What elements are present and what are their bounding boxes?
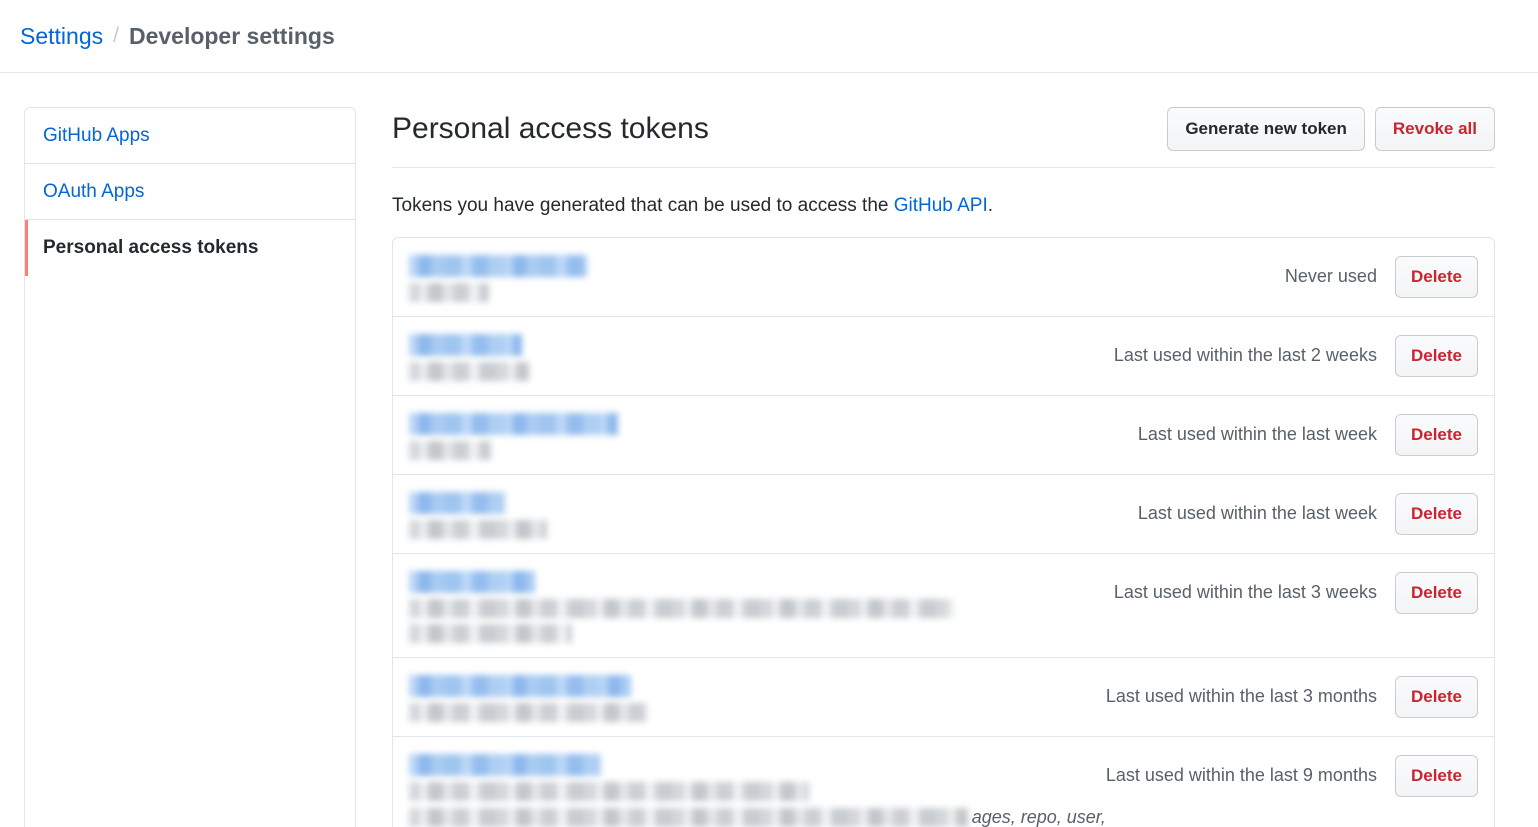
token-last-used: Never used [1284, 266, 1377, 287]
tokens-description: Tokens you have generated that can be us… [392, 195, 1495, 217]
sidebar-item-label: GitHub Apps [43, 124, 150, 146]
token-scopes-redacted [409, 519, 547, 539]
token-name-redacted[interactable] [409, 412, 618, 435]
token-scopes-redacted [409, 282, 489, 302]
breadcrumb-current: Developer settings [128, 22, 335, 49]
delete-token-button[interactable]: Delete [1394, 413, 1478, 456]
tokens-description-suffix: . [987, 194, 994, 216]
token-info [409, 410, 1138, 460]
token-meta: Last used within the last 9 months Delete [1106, 751, 1478, 797]
token-info [409, 672, 1106, 722]
token-scopes-overflow-line [409, 623, 1114, 643]
delete-token-button[interactable]: Delete [1394, 492, 1478, 535]
page-header: Personal access tokens Generate new toke… [392, 107, 1495, 168]
token-meta: Last used within the last 2 weeks Delete [1114, 331, 1478, 377]
main-content: Personal access tokens Generate new toke… [392, 107, 1495, 827]
token-row: Last used within the last week Delete [393, 475, 1494, 554]
token-name-redacted[interactable] [409, 570, 535, 593]
token-row: Last used within the last 3 weeks Delete [393, 554, 1494, 658]
delete-token-button[interactable]: Delete [1394, 571, 1478, 614]
token-info [409, 331, 1114, 381]
sidebar-item-label: Personal access tokens [43, 237, 259, 258]
revoke-all-button[interactable]: Revoke all [1374, 107, 1495, 151]
developer-settings-sidebar: GitHub Apps OAuth Apps Personal access tok… [24, 107, 356, 827]
token-name-redacted[interactable] [409, 753, 601, 776]
token-row: Last used within the last 2 weeks Delete [393, 317, 1494, 396]
token-last-used: Last used within the last 3 months [1105, 686, 1377, 707]
breadcrumb-separator: / [113, 24, 119, 47]
token-info [409, 568, 1114, 643]
token-name-redacted[interactable] [409, 333, 522, 356]
token-name-redacted[interactable] [409, 254, 587, 277]
token-meta: Never used Delete [1285, 252, 1478, 298]
token-row: Last used within the last 3 months Delete [393, 658, 1494, 737]
delete-token-button[interactable]: Delete [1394, 675, 1478, 718]
generate-new-token-button[interactable]: Generate new token [1167, 107, 1365, 151]
token-row: Last used within the last week Delete [393, 396, 1494, 475]
token-meta: Last used within the last 3 weeks Delete [1114, 568, 1478, 614]
header-actions: Generate new token Revoke all [1167, 107, 1495, 151]
sidebar-item-label: OAuth Apps [43, 180, 145, 202]
page-title: Personal access tokens [392, 111, 709, 145]
token-scopes-redacted [409, 440, 491, 460]
token-last-used: Last used within the last week [1137, 503, 1377, 524]
sidebar-item-oauth-apps[interactable]: OAuth Apps [25, 164, 355, 220]
token-info [409, 489, 1138, 539]
page-body: GitHub Apps OAuth Apps Personal access tok… [0, 73, 1538, 827]
token-meta: Last used within the last week Delete [1138, 489, 1478, 535]
github-api-link[interactable]: GitHub API [894, 195, 988, 216]
token-last-used: Last used within the last 9 months [1105, 765, 1377, 786]
token-list: Never used Delete Last used within the las… [392, 236, 1495, 827]
token-name-redacted[interactable] [409, 491, 505, 514]
token-last-used: Last used within the last week [1137, 424, 1377, 445]
token-scopes-redacted [409, 702, 648, 722]
token-scopes-overflow-line: ages, repo, user, [409, 807, 1106, 827]
token-info: ages, repo, user, [409, 751, 1106, 827]
sidebar-item-github-apps[interactable]: GitHub Apps [25, 108, 355, 164]
token-scopes-redacted [409, 598, 954, 618]
token-scopes-visible-text: ages, repo, user, [971, 806, 1106, 827]
token-last-used: Last used within the last 2 weeks [1113, 345, 1377, 366]
token-info [409, 252, 1285, 302]
token-row: Never used Delete [393, 238, 1494, 317]
token-meta: Last used within the last 3 months Delete [1106, 672, 1478, 718]
tokens-description-prefix: Tokens you have generated that can be us… [392, 194, 894, 216]
delete-token-button[interactable]: Delete [1394, 754, 1478, 797]
token-name-redacted[interactable] [409, 674, 631, 697]
breadcrumb-settings-link[interactable]: Settings [20, 23, 103, 50]
token-last-used: Last used within the last 3 weeks [1113, 582, 1377, 603]
sidebar-item-personal-access-tokens[interactable]: Personal access tokens [25, 220, 355, 276]
delete-token-button[interactable]: Delete [1394, 255, 1478, 298]
breadcrumb: Settings / Developer settings [0, 0, 1538, 73]
token-meta: Last used within the last week Delete [1138, 410, 1478, 456]
token-scopes-redacted [409, 361, 529, 381]
token-row: ages, repo, user, Last used within the la… [393, 737, 1494, 827]
token-scopes-redacted [409, 781, 809, 801]
delete-token-button[interactable]: Delete [1394, 334, 1478, 377]
token-scopes-redacted [409, 623, 572, 643]
token-scopes-redacted [409, 807, 968, 827]
